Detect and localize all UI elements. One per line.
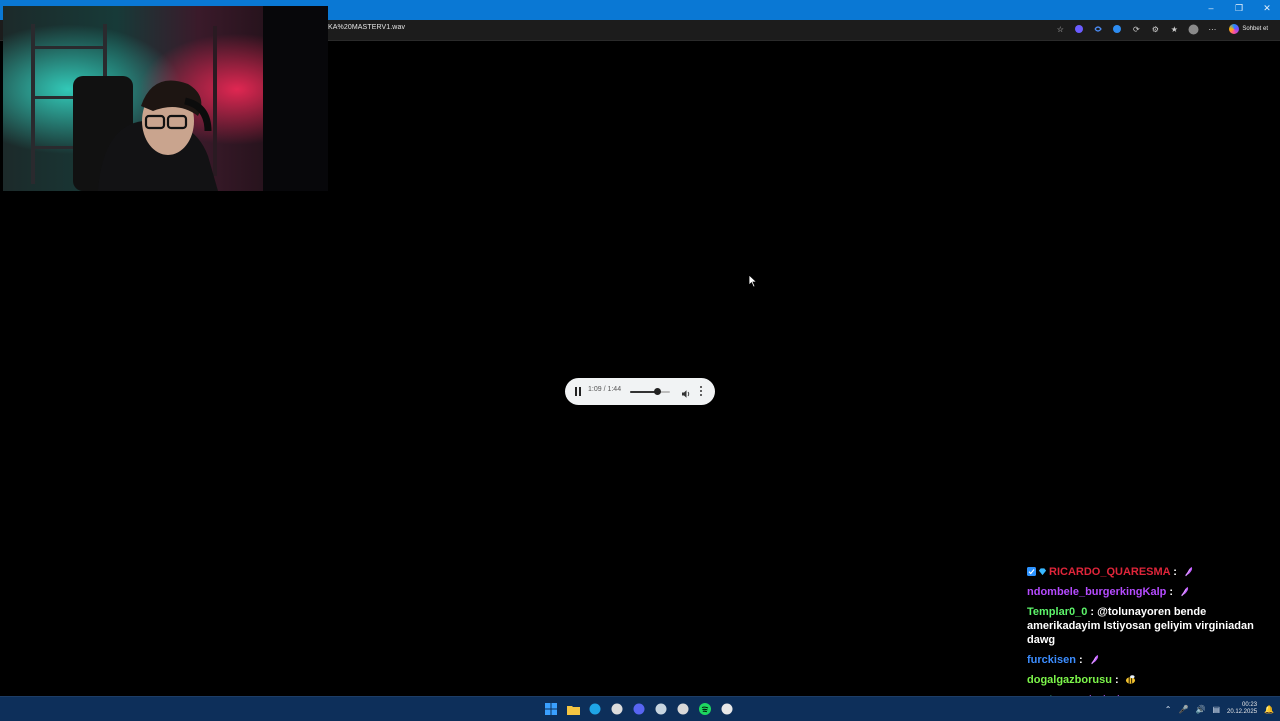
webcam-overlay bbox=[3, 6, 328, 191]
chat-username[interactable]: dogalgazborusu bbox=[1027, 674, 1112, 686]
chat-username[interactable]: furckisen bbox=[1027, 654, 1076, 666]
copilot-icon bbox=[1229, 24, 1240, 34]
read-aloud-icon[interactable] bbox=[1092, 23, 1104, 35]
chat-message: furckisen : bbox=[1027, 653, 1280, 667]
favorite-star-icon[interactable]: ☆ bbox=[1054, 23, 1066, 35]
extensions-puzzle-icon[interactable]: ⚙ bbox=[1149, 23, 1161, 35]
more-dot bbox=[700, 390, 702, 392]
notification-bell-icon[interactable]: 🔔 bbox=[1264, 705, 1274, 714]
chat-username[interactable]: ndombele_burgerkingKalp bbox=[1027, 586, 1166, 598]
clock[interactable]: 00:23 20.12.2025 bbox=[1227, 702, 1257, 716]
chat-message: Templar0_0 : @tolunayoren bende amerikad… bbox=[1027, 605, 1280, 647]
close-icon[interactable]: ✕ bbox=[1260, 3, 1274, 14]
seek-progress bbox=[630, 391, 657, 393]
volume-icon bbox=[682, 390, 690, 398]
favorites-icon[interactable]: ★ bbox=[1168, 23, 1180, 35]
chat-separator: : bbox=[1075, 654, 1086, 666]
webcam-image bbox=[3, 6, 328, 191]
windows-start-icon[interactable] bbox=[543, 701, 559, 717]
chat-message: ndombele_burgerkingKalp : bbox=[1027, 585, 1280, 599]
gem-badge-icon bbox=[1038, 568, 1047, 576]
refresh-icon[interactable]: ⟳ bbox=[1130, 23, 1142, 35]
bee-emote-icon bbox=[1125, 675, 1135, 684]
show-hidden-icons-icon[interactable]: ⌃ bbox=[1165, 705, 1172, 714]
windows-taskbar: ⌃ 🎤 🔊 ▤ 00:23 20.12.2025 🔔 bbox=[0, 696, 1280, 721]
more-options-icon[interactable]: ⋯ bbox=[1206, 23, 1218, 35]
clock-time: 00:23 bbox=[1242, 702, 1258, 708]
address-bar[interactable]: KA%20MASTERV1.wav bbox=[328, 24, 405, 31]
minimize-icon[interactable]: – bbox=[1204, 3, 1218, 14]
chat-message: RICARDO_QUARESMA : bbox=[1027, 565, 1280, 579]
spotify-icon[interactable] bbox=[697, 701, 713, 717]
copilot-chat-button[interactable]: Sohbet et bbox=[1225, 24, 1272, 34]
brush-app-icon[interactable] bbox=[719, 701, 735, 717]
audio-player[interactable]: 1:09 / 1:44 bbox=[565, 378, 715, 405]
discord-icon[interactable] bbox=[631, 701, 647, 717]
stream-chat-overlay: RICARDO_QUARESMA : ndombele_burgerkingKa… bbox=[1027, 565, 1280, 713]
purple-feather-emote-icon bbox=[1185, 566, 1193, 577]
network-icon[interactable]: ▤ bbox=[1212, 705, 1220, 714]
chat-button-label: Sohbet et bbox=[1242, 26, 1268, 32]
volume-tray-icon[interactable]: 🔊 bbox=[1195, 705, 1205, 714]
player-more-options[interactable] bbox=[699, 386, 703, 396]
pause-icon-bar bbox=[579, 387, 581, 396]
chat-username[interactable]: RICARDO_QUARESMA bbox=[1049, 566, 1170, 578]
maximize-icon[interactable]: ❐ bbox=[1232, 3, 1246, 14]
taskbar-apps bbox=[543, 701, 735, 717]
chat-separator: : bbox=[1166, 586, 1177, 598]
chat-username[interactable]: Templar0_0 bbox=[1027, 606, 1087, 618]
mouse-cursor-icon bbox=[748, 274, 758, 288]
playback-time: 1:09 / 1:44 bbox=[588, 386, 622, 393]
chat-message: dogalgazborusu : bbox=[1027, 673, 1280, 687]
extension-shield-icon[interactable] bbox=[1073, 23, 1085, 35]
microphone-icon[interactable]: 🎤 bbox=[1179, 705, 1189, 714]
clock-date: 20.12.2025 bbox=[1227, 709, 1258, 715]
purple-feather-emote-icon bbox=[1090, 654, 1098, 665]
toolbar-icons: ☆ ⟳ ⚙ ★ ⋯ Sohbet et bbox=[1054, 23, 1272, 35]
chat-separator: : bbox=[1087, 606, 1098, 618]
seek-handle[interactable] bbox=[653, 388, 661, 395]
more-dot bbox=[700, 394, 702, 396]
system-tray: ⌃ 🎤 🔊 ▤ 00:23 20.12.2025 🔔 bbox=[1165, 702, 1274, 716]
seek-slider[interactable] bbox=[630, 388, 670, 395]
pause-icon bbox=[575, 387, 577, 396]
extension-globe-icon[interactable] bbox=[1111, 23, 1123, 35]
store-icon[interactable] bbox=[609, 701, 625, 717]
chat-separator: : bbox=[1111, 674, 1122, 686]
purple-feather-emote-icon bbox=[1181, 586, 1189, 597]
window-controls: – ❐ ✕ bbox=[1204, 3, 1274, 14]
chat-separator: : bbox=[1170, 566, 1180, 578]
file-explorer-icon[interactable] bbox=[565, 701, 581, 717]
verified-badge-icon bbox=[1027, 567, 1036, 576]
edge-browser-icon[interactable] bbox=[587, 701, 603, 717]
steam-icon[interactable] bbox=[653, 701, 669, 717]
obs-icon[interactable] bbox=[675, 701, 691, 717]
more-dot bbox=[700, 386, 702, 388]
profile-avatar-icon[interactable] bbox=[1187, 23, 1199, 35]
volume-button[interactable] bbox=[681, 386, 691, 398]
pause-button[interactable] bbox=[574, 387, 582, 396]
